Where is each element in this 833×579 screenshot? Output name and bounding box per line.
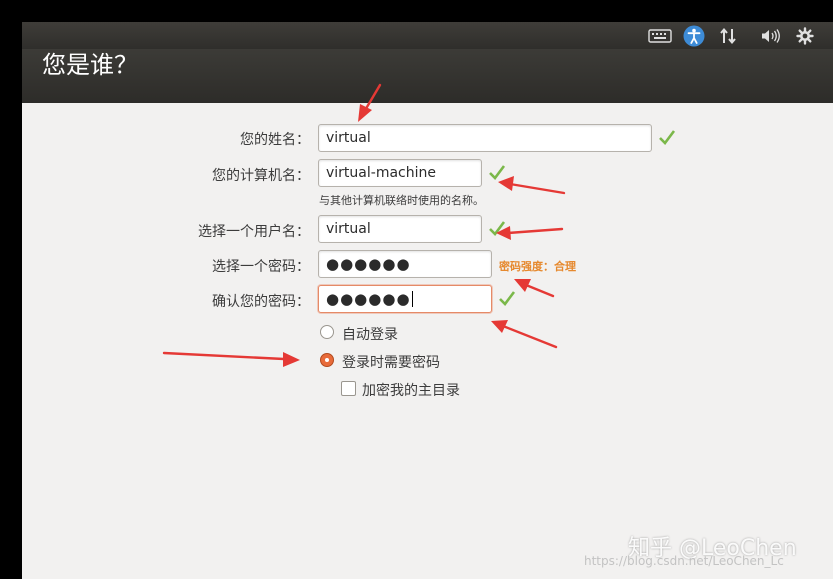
computer-name-label: 您的计算机名： [212, 168, 310, 184]
auto-login-label[interactable]: 自动登录 [342, 324, 398, 344]
password-strength: 密码强度：合理 [499, 260, 576, 273]
require-password-radio[interactable] [320, 353, 334, 367]
computer-name-hint: 与其他计算机联络时使用的名称。 [319, 194, 484, 207]
require-password-label[interactable]: 登录时需要密码 [342, 352, 440, 372]
confirm-password-label: 确认您的密码： [212, 294, 310, 310]
page-header: 您是谁？ [22, 49, 833, 103]
network-icon[interactable] [718, 25, 738, 47]
confirm-password-value: ●●●●●● [326, 290, 411, 308]
computer-name-input[interactable]: virtual-machine [318, 159, 482, 187]
name-input-value: virtual [326, 130, 371, 146]
password-label: 选择一个密码： [212, 259, 310, 275]
username-label: 选择一个用户名： [198, 224, 310, 240]
gear-icon[interactable] [794, 25, 816, 47]
computer-name-value: virtual-machine [326, 165, 436, 181]
auto-login-radio[interactable] [320, 325, 334, 339]
name-valid-check-icon [659, 130, 676, 145]
keyboard-icon[interactable] [647, 25, 673, 47]
text-cursor [411, 291, 413, 307]
name-input[interactable]: virtual [318, 124, 652, 152]
username-value: virtual [326, 221, 371, 237]
name-label: 您的姓名： [240, 132, 310, 148]
username-input[interactable]: virtual [318, 215, 482, 243]
encrypt-home-label[interactable]: 加密我的主目录 [362, 380, 460, 400]
csdn-watermark: https://blog.csdn.net/LeoChen_Lc [584, 554, 784, 568]
page-title: 您是谁？ [42, 51, 138, 79]
computer-name-check-icon [489, 165, 506, 180]
username-check-icon [489, 221, 506, 236]
accessibility-icon[interactable] [682, 25, 706, 47]
confirm-password-input[interactable]: ●●●●●● [318, 285, 492, 313]
encrypt-home-checkbox[interactable] [341, 381, 356, 396]
installer-window: 您是谁？ 您的姓名： virtual 您的计算机名： virtual-machi… [22, 22, 833, 579]
volume-icon[interactable] [759, 25, 783, 47]
password-value: ●●●●●● [326, 255, 411, 273]
confirm-password-check-icon [499, 291, 516, 306]
password-input[interactable]: ●●●●●● [318, 250, 492, 278]
top-panel [22, 22, 833, 49]
